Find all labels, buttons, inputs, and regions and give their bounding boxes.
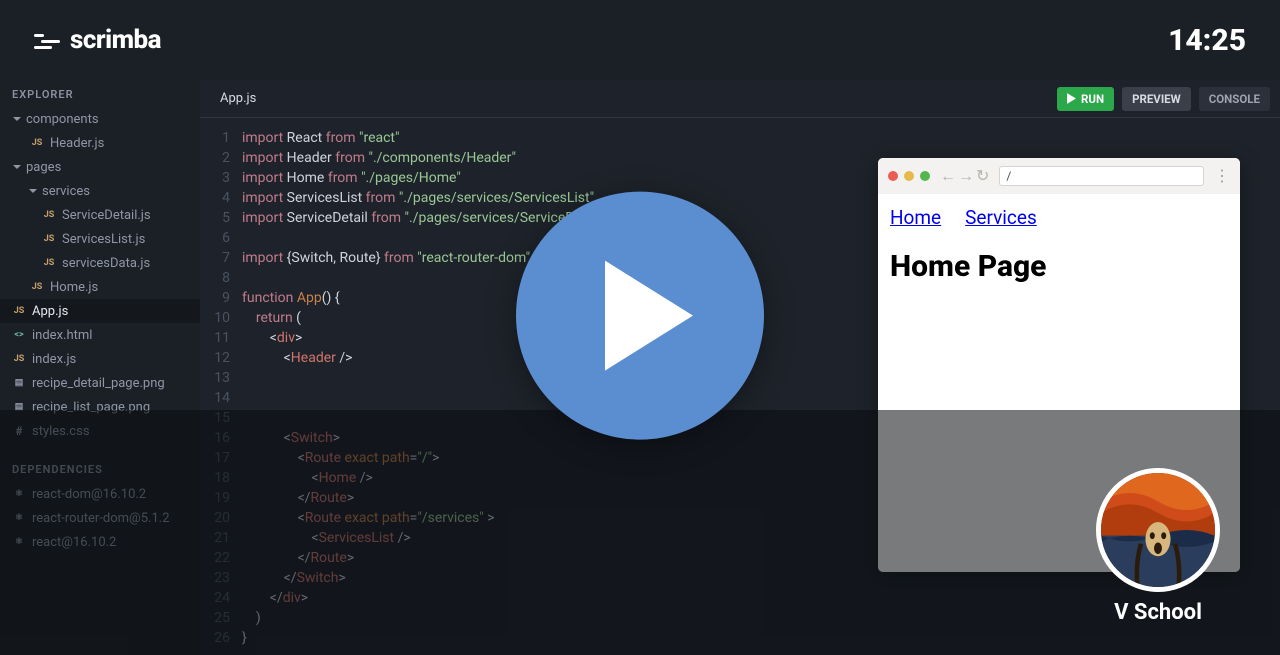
file-serviceslist-js[interactable]: JS ServicesList.js [0,227,200,251]
code-line[interactable]: 20 <Route exact path="/services" > [200,508,868,528]
preview-heading: Home Page [890,249,1228,284]
avatar[interactable] [1096,468,1220,592]
instructor-block: V School [1096,468,1220,625]
play-icon [604,260,694,370]
file-recipe-list-png[interactable]: ▤ recipe_list_page.png [0,395,200,419]
code-line[interactable]: 6 [200,228,868,248]
preview-nav: Home Services [890,206,1228,229]
chevron-down-icon [12,162,22,172]
dependency-react-dom[interactable]: ⚛ react-dom@16.10.2 [0,482,200,506]
reload-icon[interactable]: ↻ [976,168,989,184]
app-header: scrimba 14:25 [0,0,1280,80]
file-styles-css[interactable]: # styles.css [0,419,200,443]
code-line[interactable]: 23 </Switch> [200,568,868,588]
chevron-down-icon [12,114,22,124]
package-icon: ⚛ [12,511,26,525]
js-icon: JS [30,136,44,150]
js-icon: JS [12,352,26,366]
css-icon: # [12,424,26,438]
file-servicesdata-js[interactable]: JS servicesData.js [0,251,200,275]
code-editor[interactable]: 1import React from "react"2import Header… [200,128,868,655]
file-app-js[interactable]: JS App.js [0,299,200,323]
code-line[interactable]: 5import ServiceDetail from "./pages/serv… [200,208,868,228]
close-dot-icon[interactable] [888,171,898,181]
html-icon: <> [12,328,26,342]
brand-logo[interactable]: scrimba [34,25,161,55]
preview-chrome: ← → ↻ / ⋮ [878,158,1240,194]
folder-services[interactable]: services [0,179,200,203]
package-icon: ⚛ [12,535,26,549]
chevron-down-icon [28,186,38,196]
file-index-js[interactable]: JS index.js [0,347,200,371]
explorer-header: EXPLORER [0,80,200,107]
zoom-dot-icon[interactable] [920,171,930,181]
preview-button[interactable]: PREVIEW [1122,87,1191,111]
code-line[interactable]: 15 [200,408,868,428]
menu-icon[interactable]: ⋮ [1214,168,1230,184]
file-tab[interactable]: App.js [210,91,266,106]
code-line[interactable]: 21 <ServicesList /> [200,528,868,548]
code-line[interactable]: 16 <Switch> [200,428,868,448]
back-icon[interactable]: ← [940,168,956,184]
code-line[interactable]: 22 </Route> [200,548,868,568]
dependency-react[interactable]: ⚛ react@16.10.2 [0,530,200,554]
code-line[interactable]: 14 [200,388,868,408]
code-line[interactable]: 3import Home from "./pages/Home" [200,168,868,188]
code-line[interactable]: 24 </div> [200,588,868,608]
forward-icon[interactable]: → [958,168,974,184]
console-button[interactable]: CONSOLE [1199,87,1270,111]
js-icon: JS [42,208,56,222]
play-button[interactable] [516,191,764,439]
folder-components[interactable]: components [0,107,200,131]
js-icon: JS [42,232,56,246]
package-icon: ⚛ [12,487,26,501]
dependency-react-router-dom[interactable]: ⚛ react-router-dom@5.1.2 [0,506,200,530]
browser-nav-buttons: ← → ↻ [940,168,989,184]
dependencies-header: DEPENDENCIES [0,455,200,482]
folder-pages[interactable]: pages [0,155,200,179]
code-line[interactable]: 18 <Home /> [200,468,868,488]
file-servicedetail-js[interactable]: JS ServiceDetail.js [0,203,200,227]
image-icon: ▤ [12,376,26,390]
brand-name: scrimba [70,25,161,55]
logo-icon [34,29,60,51]
run-button[interactable]: RUN [1057,87,1114,111]
url-bar[interactable]: / [999,166,1204,186]
code-line[interactable]: 2import Header from "./components/Header… [200,148,868,168]
video-timestamp: 14:25 [1168,23,1246,58]
js-icon: JS [42,256,56,270]
editor-tabbar: App.js RUN PREVIEW CONSOLE [200,80,1280,118]
image-icon: ▤ [12,400,26,414]
explorer-sidebar: EXPLORER components JS Header.js pages s… [0,80,200,655]
play-icon [1067,93,1076,104]
minimize-dot-icon[interactable] [904,171,914,181]
instructor-name: V School [1114,600,1202,625]
code-line[interactable]: 25 ) [200,608,868,628]
js-icon: JS [12,304,26,318]
file-recipe-detail-png[interactable]: ▤ recipe_detail_page.png [0,371,200,395]
code-line[interactable]: 4import ServicesList from "./pages/servi… [200,188,868,208]
nav-link-home[interactable]: Home [890,206,941,229]
nav-link-services[interactable]: Services [965,206,1037,229]
file-index-html[interactable]: <> index.html [0,323,200,347]
code-line[interactable]: 26} [200,628,868,648]
code-line[interactable]: 17 <Route exact path="/"> [200,448,868,468]
js-icon: JS [30,280,44,294]
file-home-js[interactable]: JS Home.js [0,275,200,299]
file-header-js[interactable]: JS Header.js [0,131,200,155]
window-controls [888,171,930,181]
code-line[interactable]: 19 </Route> [200,488,868,508]
code-line[interactable]: 1import React from "react" [200,128,868,148]
